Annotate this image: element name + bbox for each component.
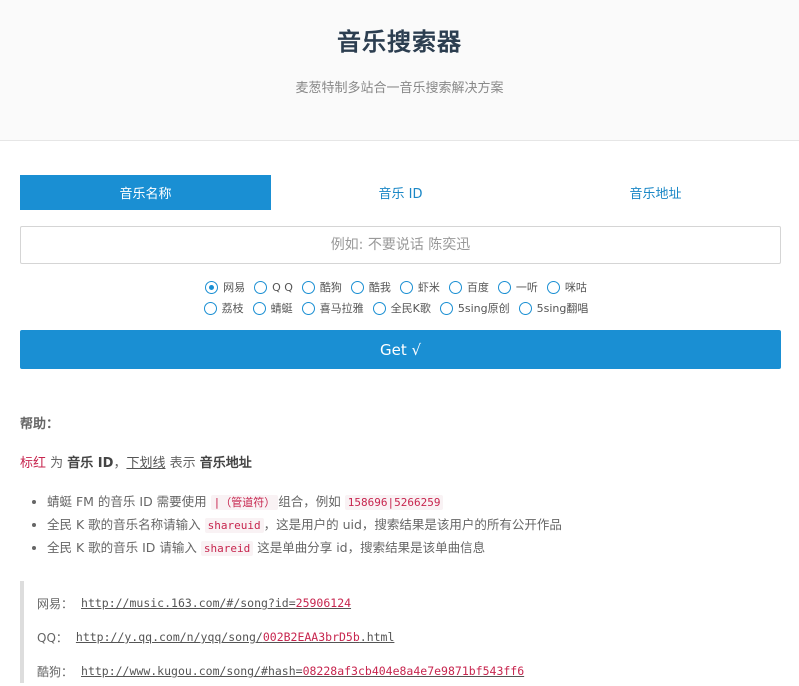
url-text: http://www.kugou.com/song/#hash= [81, 664, 303, 678]
tip-text: 组合，例如 [278, 494, 345, 509]
radio-icon [252, 302, 266, 315]
source-label: 虾米 [417, 281, 440, 294]
example-url-link[interactable]: http://y.qq.com/n/yqq/song/002B2EAA3brD5… [76, 630, 395, 644]
tip-code: shareid [200, 541, 254, 556]
tab-music-name[interactable]: 音乐名称 [20, 175, 271, 210]
url-text: .html [359, 630, 395, 644]
tip-text: 全民 K 歌的音乐 ID 请输入 [47, 540, 201, 555]
tip-text: ，这是用户的 uid，搜索结果是该用户的所有公开作品 [263, 517, 562, 532]
source-radio-qingting[interactable]: 蜻蜓 [252, 298, 293, 319]
example-row: 酷狗： http://www.kugou.com/song/#hash=0822… [37, 649, 781, 683]
legend-text: 表示 [165, 456, 200, 471]
source-label: 一听 [515, 281, 538, 294]
legend-underline-text: 下划线 [126, 456, 166, 471]
source-row-1: 网易 Q Q 酷狗 酷我 虾米 百度 一听 咪咕 [20, 277, 781, 298]
radio-checked-icon [205, 281, 219, 294]
source-label: 蜻蜓 [270, 302, 293, 315]
legend-text: 为 [46, 456, 68, 471]
radio-icon [448, 281, 462, 294]
source-label: 酷狗 [319, 281, 342, 294]
tip-code: 158696|5266259 [344, 495, 444, 510]
source-radio-ximalaya[interactable]: 喜马拉雅 [301, 298, 364, 319]
legend-bold-url: 音乐地址 [199, 456, 252, 471]
radio-icon [518, 302, 532, 315]
source-radio-kugou[interactable]: 酷狗 [301, 277, 342, 298]
list-item: 全民 K 歌的音乐名称请输入 shareuid，这是用户的 uid，搜索结果是该… [47, 514, 781, 537]
help-tips-list: 蜻蜓 FM 的音乐 ID 需要使用 |（管道符）组合，例如 158696|526… [20, 491, 781, 560]
url-text: http://y.qq.com/n/yqq/song/ [75, 630, 263, 644]
page-subtitle: 麦葱特制多站合一音乐搜索解决方案 [295, 81, 504, 96]
source-radio-kge[interactable]: 全民K歌 [372, 298, 431, 319]
example-label: 网易： [37, 596, 74, 611]
source-row-2: 荔枝 蜻蜓 喜马拉雅 全民K歌 5sing原创 5sing翻唱 [20, 298, 781, 319]
example-label: 酷狗： [37, 664, 74, 679]
source-radio-kuwo[interactable]: 酷我 [350, 277, 391, 298]
example-url-link[interactable]: http://music.163.com/#/song?id=25906124 [81, 596, 351, 610]
get-button[interactable]: Get √ [20, 330, 781, 369]
source-label: 荔枝 [221, 302, 244, 315]
radio-icon [301, 302, 315, 315]
radio-icon [439, 302, 453, 315]
source-radio-group: 网易 Q Q 酷狗 酷我 虾米 百度 一听 咪咕 荔枝 蜻蜓 喜马拉雅 全民K歌… [20, 277, 781, 319]
tip-code: shareuid [204, 518, 264, 533]
source-radio-5sing-original[interactable]: 5sing原创 [439, 298, 510, 319]
tip-text: 这是单曲分享 id，搜索结果是该单曲信息 [253, 540, 486, 555]
source-radio-netease[interactable]: 网易 [205, 277, 245, 298]
source-label: 全民K歌 [390, 302, 431, 315]
search-mode-tabs: 音乐名称 音乐 ID 音乐地址 [20, 175, 781, 210]
radio-icon [546, 281, 560, 294]
tip-text: 全民 K 歌的音乐名称请输入 [47, 517, 205, 532]
source-label: 喜马拉雅 [319, 302, 364, 315]
page-title: 音乐搜索器 [337, 28, 462, 56]
source-label: 5sing原创 [457, 302, 510, 315]
source-radio-lizhi[interactable]: 荔枝 [203, 298, 244, 319]
source-radio-migu[interactable]: 咪咕 [546, 277, 587, 298]
url-id: 002B2EAA3brD5b [262, 630, 360, 644]
list-item: 蜻蜓 FM 的音乐 ID 需要使用 |（管道符）组合，例如 158696|526… [47, 491, 781, 514]
radio-icon [399, 281, 413, 294]
radio-icon [203, 302, 217, 315]
source-label: 5sing翻唱 [536, 302, 589, 315]
help-legend: 标红 为 音乐 ID，下划线 表示 音乐地址 [20, 452, 781, 471]
url-text: http://music.163.com/#/song?id= [81, 596, 296, 610]
radio-icon [372, 302, 386, 315]
tab-music-id[interactable]: 音乐 ID [271, 175, 530, 210]
radio-icon [350, 281, 364, 294]
example-url-link[interactable]: http://www.kugou.com/song/#hash=08228af3… [81, 664, 524, 678]
tab-music-url[interactable]: 音乐地址 [530, 175, 781, 210]
radio-icon [254, 281, 268, 294]
page-header: 音乐搜索器 麦葱特制多站合一音乐搜索解决方案 [0, 0, 799, 141]
source-radio-qq[interactable]: Q Q [254, 277, 293, 298]
source-label: 酷我 [368, 281, 391, 294]
source-label: 网易 [223, 281, 246, 294]
radio-icon [497, 281, 511, 294]
source-label: 百度 [466, 281, 489, 294]
source-radio-5sing-cover[interactable]: 5sing翻唱 [518, 298, 589, 319]
main-content: 音乐名称 音乐 ID 音乐地址 网易 Q Q 酷狗 酷我 虾米 百度 一听 咪咕… [0, 141, 799, 686]
tip-code: |（管道符） [210, 495, 279, 510]
source-label: 咪咕 [564, 281, 587, 294]
source-label: Q Q [272, 281, 293, 294]
source-radio-baidu[interactable]: 百度 [448, 277, 489, 298]
example-row: QQ： http://y.qq.com/n/yqq/song/002B2EAA3… [37, 615, 781, 649]
help-title: 帮助： [20, 417, 60, 432]
legend-red-text: 标红 [20, 456, 47, 471]
tip-text: 蜻蜓 FM 的音乐 ID 需要使用 [47, 494, 211, 509]
source-radio-1ting[interactable]: 一听 [497, 277, 538, 298]
example-row: 网易： http://music.163.com/#/song?id=25906… [37, 581, 781, 615]
source-radio-xiami[interactable]: 虾米 [399, 277, 440, 298]
url-id: 08228af3cb404e8a4e7e9871bf543ff6 [302, 664, 525, 678]
legend-text: ， [113, 456, 127, 471]
list-item: 全民 K 歌的音乐 ID 请输入 shareid 这是单曲分享 id，搜索结果是… [47, 537, 781, 560]
search-input[interactable] [20, 226, 781, 264]
radio-icon [301, 281, 315, 294]
example-label: QQ： [37, 630, 68, 645]
url-examples-block: 网易： http://music.163.com/#/song?id=25906… [20, 581, 781, 683]
legend-bold-id: 音乐 ID [67, 456, 114, 471]
url-id: 25906124 [295, 596, 352, 610]
